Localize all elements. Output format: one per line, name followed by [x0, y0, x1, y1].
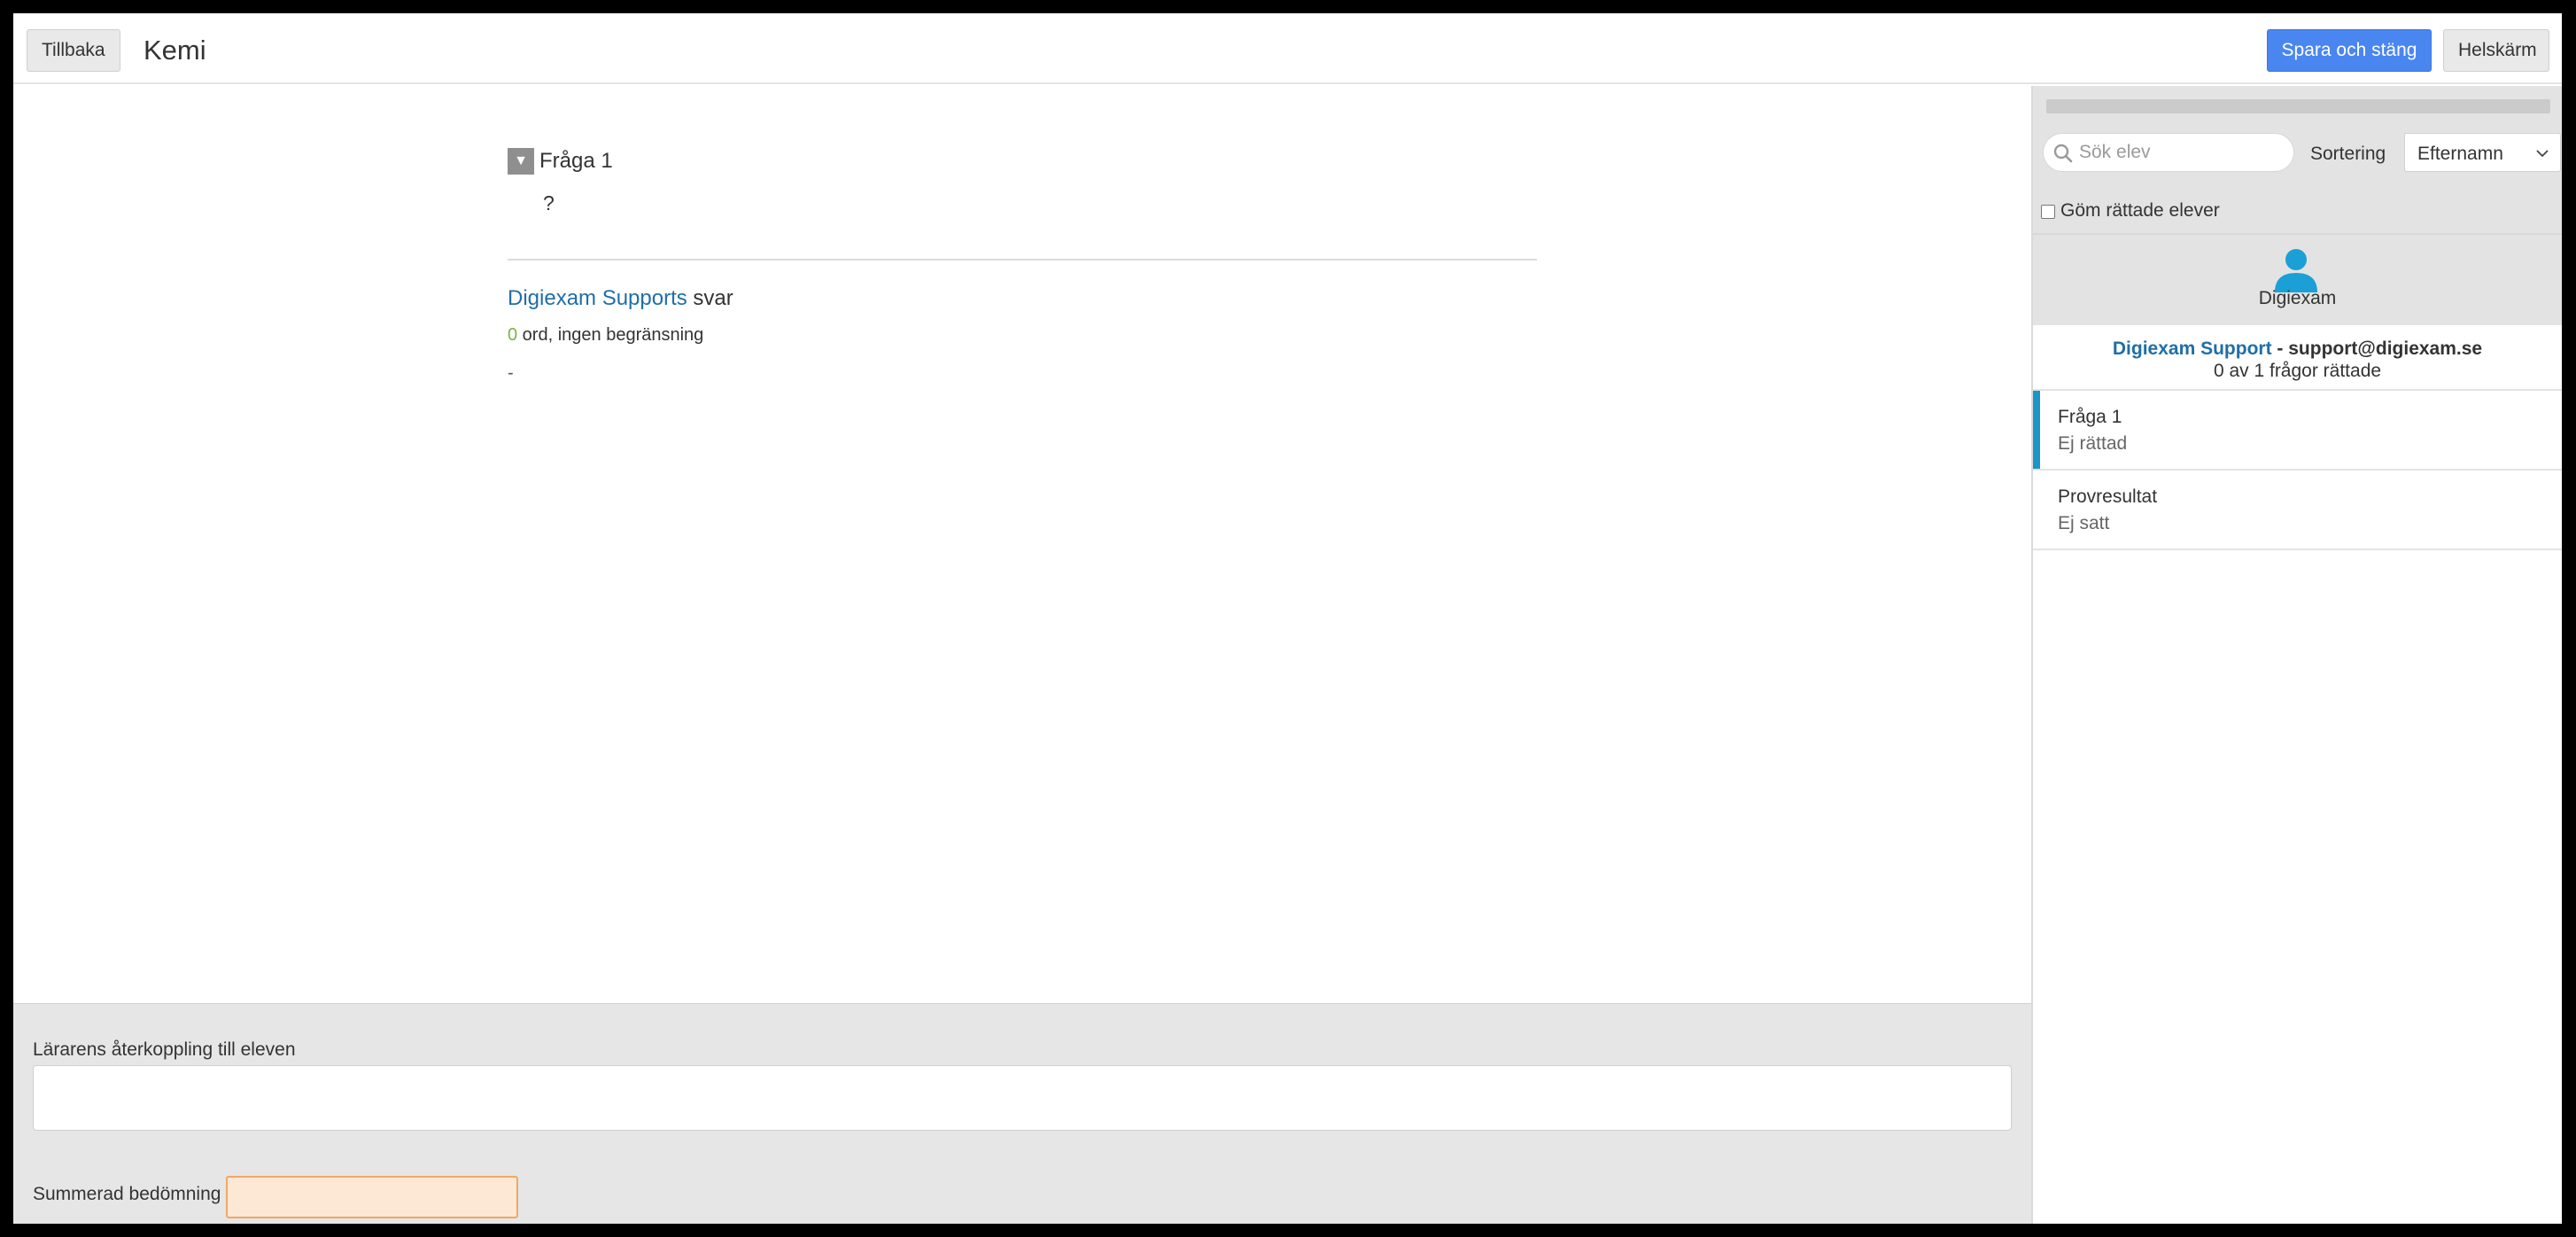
feedback-textarea[interactable] — [33, 1065, 2012, 1131]
hide-graded-checkbox[interactable] — [2041, 205, 2055, 219]
app-window: Tillbaka Kemi Spara och stäng Helskärm ▼… — [13, 13, 2562, 1224]
answer-content: - — [508, 363, 514, 383]
page-title: Kemi — [144, 35, 206, 66]
collapse-toggle-icon[interactable]: ▼ — [508, 148, 534, 175]
progress-bar — [2046, 99, 2550, 113]
sort-select[interactable]: Efternamn — [2404, 133, 2561, 172]
student-identity: Digiexam Support - support@digiexam.se — [2033, 338, 2562, 360]
grade-input[interactable] — [226, 1176, 518, 1218]
sidebar-item-question-1[interactable]: Fråga 1 Ej rättad — [2033, 391, 2562, 469]
answer-student-name: Digiexam Supports — [508, 286, 687, 310]
student-name[interactable]: Digiexam Support — [2113, 338, 2272, 359]
sidebar-item-label: Provresultat — [2058, 486, 2158, 507]
sort-value: Efternamn — [2417, 144, 2503, 164]
search-icon — [2053, 144, 2073, 163]
divider — [2033, 233, 2562, 235]
word-count-info: ord, ingen begränsning — [517, 325, 704, 345]
student-email: - support@digiexam.se — [2271, 338, 2483, 359]
divider — [2033, 548, 2562, 550]
sidebar-controls: Sortering Efternamn Göm rättade elever D… — [2033, 86, 2562, 325]
student-progress: 0 av 1 frågor rättade — [2213, 361, 2382, 381]
grade-label: Summerad bedömning — [33, 1184, 221, 1204]
grading-main: ▼ Fråga 1 ? Digiexam Supports svar 0 ord… — [13, 86, 2031, 986]
caret-pointer — [2288, 315, 2309, 325]
question-text: ? — [543, 191, 555, 214]
answer-heading: Digiexam Supports svar — [508, 286, 733, 311]
student-sidebar: Sortering Efternamn Göm rättade elever D… — [2031, 86, 2562, 1224]
student-info: Digiexam Support - support@digiexam.se 0… — [2033, 338, 2562, 382]
sort-label: Sortering — [2310, 144, 2386, 164]
answer-heading-suffix: svar — [687, 286, 733, 310]
hide-graded-label: Göm rättade elever — [2060, 200, 2220, 221]
divider — [508, 259, 1537, 261]
avatar-name: Digiexam — [2258, 288, 2337, 308]
fullscreen-button[interactable]: Helskärm — [2443, 29, 2549, 72]
feedback-panel: Lärarens återkoppling till eleven Summer… — [13, 1003, 2031, 1224]
back-button[interactable]: Tillbaka — [27, 29, 120, 72]
question-title: Fråga 1 — [539, 149, 613, 173]
save-and-close-button[interactable]: Spara och stäng — [2267, 29, 2432, 72]
sidebar-item-status: Ej rättad — [2058, 433, 2128, 454]
chevron-down-icon — [2536, 150, 2549, 158]
header: Tillbaka Kemi Spara och stäng Helskärm — [13, 13, 2562, 84]
feedback-label: Lärarens återkoppling till eleven — [33, 1039, 296, 1060]
word-count-value: 0 — [508, 325, 518, 345]
sidebar-item-label: Fråga 1 — [2058, 407, 2122, 427]
sidebar-item-status: Ej satt — [2058, 513, 2110, 533]
search-box[interactable] — [2043, 133, 2294, 172]
word-count: 0 ord, ingen begränsning — [508, 325, 703, 346]
user-icon — [2275, 249, 2317, 292]
sidebar-item-test-result[interactable]: Provresultat Ej satt — [2033, 471, 2562, 548]
search-input[interactable] — [2079, 137, 2287, 167]
